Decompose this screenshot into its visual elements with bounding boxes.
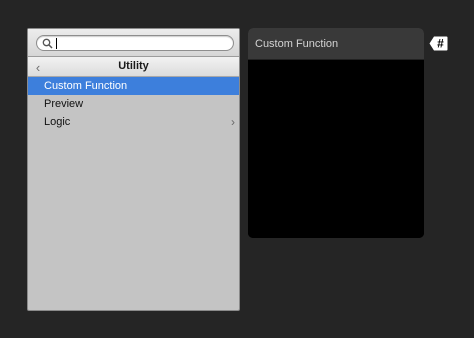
search-bar xyxy=(28,29,239,57)
text-cursor xyxy=(56,38,57,49)
node-body xyxy=(248,61,424,238)
node-title: Custom Function xyxy=(255,38,339,50)
search-input[interactable] xyxy=(58,36,227,50)
chevron-right-icon: › xyxy=(231,115,235,129)
menu-item-preview[interactable]: Preview xyxy=(28,95,239,113)
menu-item-label: Logic xyxy=(44,116,71,128)
menu-item-custom-function[interactable]: Custom Function xyxy=(28,77,239,95)
menu-list: Custom Function Preview Logic › xyxy=(28,77,239,131)
hash-tag-icon[interactable]: # xyxy=(429,36,448,51)
node-search-menu: ‹ Utility Custom Function Preview Logic … xyxy=(27,28,240,311)
menu-header: ‹ Utility xyxy=(28,57,239,77)
menu-item-label: Preview xyxy=(44,98,84,110)
menu-title: Utility xyxy=(118,60,149,72)
search-field[interactable] xyxy=(36,35,234,51)
hash-tag-symbol: # xyxy=(437,37,444,51)
node-header: Custom Function xyxy=(248,28,424,60)
menu-item-logic[interactable]: Logic › xyxy=(28,113,239,131)
menu-item-label: Custom Function xyxy=(44,80,128,92)
node-preview[interactable]: Custom Function xyxy=(248,28,424,238)
search-icon xyxy=(42,38,53,49)
